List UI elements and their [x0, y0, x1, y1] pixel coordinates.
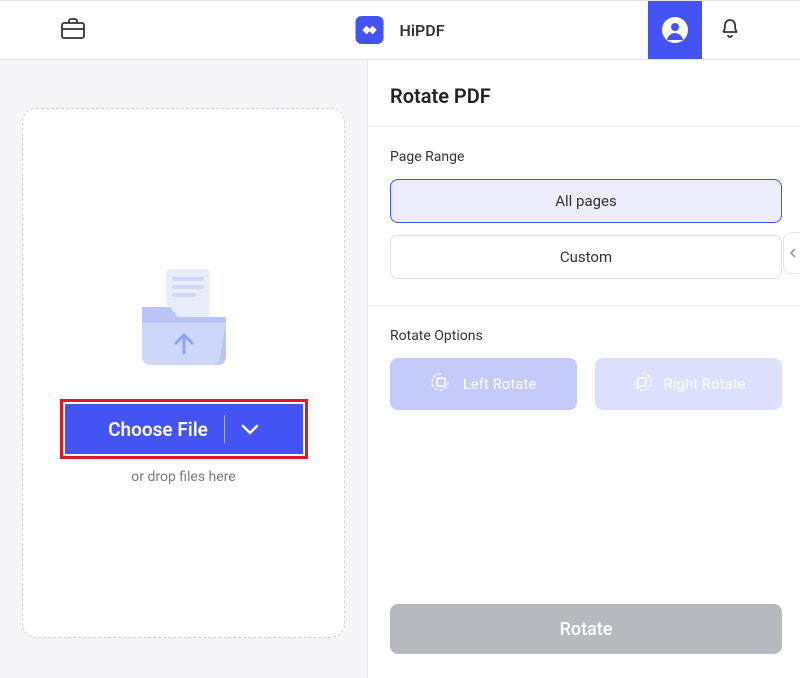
app-header: HiPDF: [0, 0, 800, 60]
briefcase-icon[interactable]: [60, 16, 86, 44]
rotate-right-button[interactable]: Right Rotate: [595, 358, 782, 410]
rotate-right-icon: [632, 372, 652, 396]
upload-panel: Choose File or drop files here: [0, 60, 367, 678]
chevron-left-icon: [789, 247, 797, 259]
account-button[interactable]: [648, 1, 702, 59]
settings-panel: Rotate PDF Page Range All pages Custom R…: [367, 60, 800, 678]
chevron-down-icon[interactable]: [241, 420, 259, 439]
side-collapse-tab[interactable]: [783, 232, 800, 274]
page-range-label: Page Range: [390, 149, 782, 165]
brand-logo-icon: [356, 16, 384, 44]
dropzone[interactable]: Choose File or drop files here: [22, 108, 345, 638]
rotate-left-button[interactable]: Left Rotate: [390, 358, 577, 410]
rotate-action-button[interactable]: Rotate: [390, 604, 782, 654]
choose-file-label: Choose File: [108, 418, 208, 441]
page-title: Rotate PDF: [390, 84, 782, 108]
brand-name: HiPDF: [400, 21, 445, 40]
bell-icon[interactable]: [720, 17, 740, 43]
user-icon: [661, 16, 689, 44]
upload-folder-icon: [134, 267, 234, 371]
choose-file-button[interactable]: Choose File: [65, 404, 303, 454]
choose-file-highlight: Choose File: [60, 399, 308, 459]
rotate-options-label: Rotate Options: [390, 328, 782, 344]
drop-hint: or drop files here: [131, 469, 235, 485]
page-range-all[interactable]: All pages: [390, 179, 782, 223]
rotate-left-icon: [431, 372, 451, 396]
page-range-custom[interactable]: Custom: [390, 235, 782, 279]
brand[interactable]: HiPDF: [356, 16, 445, 44]
